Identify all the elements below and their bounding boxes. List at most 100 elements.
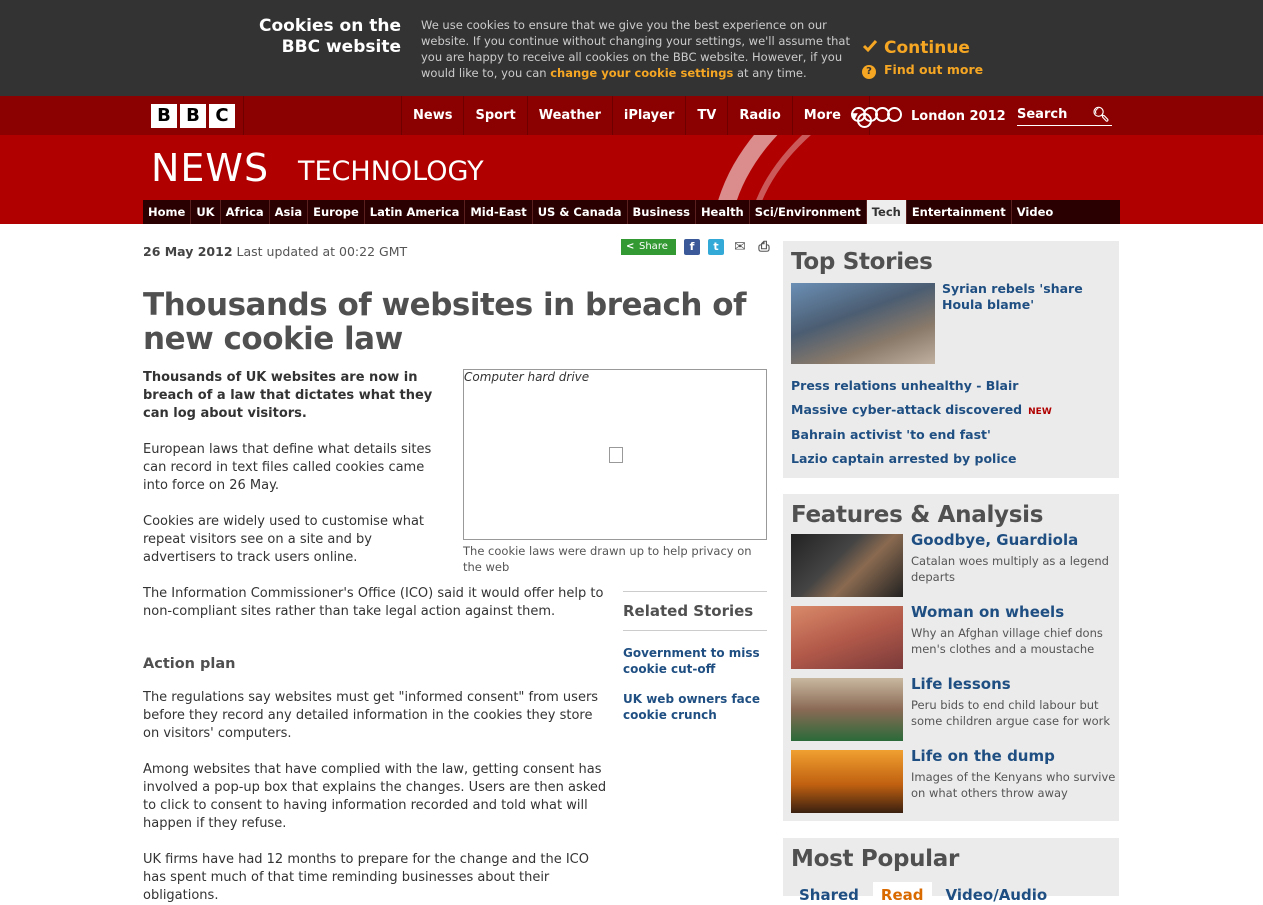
most-popular-tabs: Shared Read Video/Audio (791, 882, 1055, 904)
top-story-lead-link[interactable]: Syrian rebels 'share Houla blame' (942, 281, 1112, 313)
find-out-more-label: Find out more (884, 62, 984, 77)
feature-image (791, 606, 903, 669)
continue-label: Continue (884, 38, 970, 58)
features-heading: Features & Analysis (791, 502, 1044, 528)
subnav-home[interactable]: Home (143, 200, 192, 224)
subnav-business[interactable]: Business (628, 200, 696, 224)
news-wordmark[interactable]: NEWS (151, 146, 269, 190)
subnav-europe[interactable]: Europe (308, 200, 365, 224)
feature-image (791, 534, 903, 597)
share-button[interactable]: Share (621, 239, 676, 255)
top-story-link[interactable]: Massive cyber-attack discovered NEW (791, 402, 1052, 417)
related-story-link[interactable]: UK web owners face cookie crunch (623, 691, 767, 723)
subnav-latin-america[interactable]: Latin America (365, 200, 466, 224)
nav-tv[interactable]: TV (685, 96, 727, 135)
cookie-settings-link[interactable]: change your cookie settings (550, 66, 733, 80)
london-2012-label: London 2012 (911, 108, 1006, 124)
top-story-link-label: Lazio captain arrested by police (791, 451, 1017, 466)
bbc-logo[interactable]: B B C (151, 104, 235, 128)
tab-shared[interactable]: Shared (791, 882, 867, 904)
feature-description: Peru bids to end child labour but some c… (911, 698, 1111, 728)
continue-button[interactable]: Continue (862, 38, 970, 58)
top-story-link-label: Press relations unhealthy - Blair (791, 378, 1019, 393)
tab-read[interactable]: Read (872, 882, 932, 904)
image-alt-text: Computer hard drive (464, 370, 590, 384)
share-tools: Share f t ✉ ⎙ (621, 239, 772, 255)
nav-label: Sport (475, 108, 516, 123)
nav-weather[interactable]: Weather (526, 96, 612, 135)
image-caption: The cookie laws were drawn up to help pr… (463, 544, 752, 574)
nav-radio[interactable]: Radio (727, 96, 791, 135)
feature-title[interactable]: Life lessons (911, 675, 1011, 693)
twitter-icon[interactable]: t (708, 239, 724, 255)
top-story-image[interactable] (791, 283, 935, 364)
nav-sport[interactable]: Sport (463, 96, 526, 135)
subnav-health[interactable]: Health (696, 200, 750, 224)
search-input[interactable]: Search 🔍︎ (1017, 104, 1112, 126)
cookie-banner-text: We use cookies to ensure that we give yo… (421, 17, 851, 81)
feature-title[interactable]: Woman on wheels (911, 603, 1064, 621)
article-intro: Thousands of UK websites are now in brea… (143, 370, 433, 421)
email-icon[interactable]: ✉ (732, 239, 748, 255)
section-title: TECHNOLOGY (298, 156, 484, 187)
find-out-more-link[interactable]: ? Find out more (862, 62, 983, 79)
feature-item[interactable]: Life lessons Peru bids to end child labo… (791, 675, 1111, 741)
last-updated: Last updated at 00:22 GMT (236, 244, 408, 259)
top-story-link[interactable]: Bahrain activist 'to end fast' (791, 427, 991, 442)
dateline: 26 May 2012 Last updated at 00:22 GMT (143, 244, 407, 259)
checkmark-icon (862, 40, 878, 53)
subnav-tech[interactable]: Tech (866, 200, 907, 224)
search-icon[interactable]: 🔍︎ (1092, 104, 1110, 126)
subnav-us-canada[interactable]: US & Canada (533, 200, 628, 224)
subnav-asia[interactable]: Asia (270, 200, 309, 224)
top-story-link[interactable]: Press relations unhealthy - Blair (791, 378, 1018, 393)
nav-label: Weather (538, 108, 601, 123)
subnav-video[interactable]: Video (1012, 200, 1059, 224)
nav-news[interactable]: News (401, 96, 463, 135)
feature-title[interactable]: Goodbye, Guardiola (911, 531, 1078, 549)
search-placeholder: Search (1017, 107, 1068, 122)
masthead: B B C News Sport Weather iPlayer TV Radi… (0, 96, 1263, 224)
facebook-icon[interactable]: f (684, 239, 700, 255)
cookie-text-after: at any time. (736, 66, 807, 80)
subnav-sci-environment[interactable]: Sci/Environment (750, 200, 867, 224)
feature-image (791, 678, 903, 741)
top-story-link[interactable]: Lazio captain arrested by police (791, 451, 1017, 466)
london-2012-link[interactable]: London 2012 (851, 104, 1006, 128)
features-box: Features & Analysis Goodbye, Guardiola C… (783, 494, 1119, 821)
article-paragraph: European laws that define what details s… (143, 442, 432, 493)
article-paragraph: The Information Commissioner's Office (I… (143, 586, 604, 619)
nav-iplayer[interactable]: iPlayer (611, 96, 686, 135)
subnav-africa[interactable]: Africa (221, 200, 270, 224)
feature-item[interactable]: Goodbye, Guardiola Catalan woes multiply… (791, 531, 1111, 597)
bbc-logo-letter: C (209, 104, 235, 128)
nav-label: Radio (739, 108, 781, 123)
cookie-banner-title: Cookies on the BBC website (230, 16, 401, 58)
bbc-logo-letter: B (180, 104, 206, 128)
nav-label: TV (697, 108, 717, 123)
global-nav: News Sport Weather iPlayer TV Radio More… (401, 96, 870, 135)
subnav-uk[interactable]: UK (191, 200, 221, 224)
new-badge: NEW (1028, 407, 1052, 417)
feature-item[interactable]: Woman on wheels Why an Afghan village ch… (791, 603, 1111, 669)
article-paragraph: UK firms have had 12 months to prepare f… (143, 852, 589, 903)
article-paragraph: The regulations say websites must get "i… (143, 690, 599, 741)
feature-image (791, 750, 903, 813)
top-story-link-label: Bahrain activist 'to end fast' (791, 427, 991, 442)
article-image: Computer hard drive (463, 369, 767, 540)
related-stories-heading: Related Stories (623, 592, 767, 631)
feature-title[interactable]: Life on the dump (911, 747, 1055, 765)
subnav-entertainment[interactable]: Entertainment (907, 200, 1012, 224)
tab-video-audio[interactable]: Video/Audio (938, 882, 1056, 904)
section-nav: Home UK Africa Asia Europe Latin America… (143, 200, 1120, 224)
article-headline: Thousands of websites in breach of new c… (143, 287, 747, 357)
nav-label: More (803, 108, 841, 123)
subnav-mid-east[interactable]: Mid-East (465, 200, 533, 224)
nav-label: iPlayer (623, 108, 675, 123)
olympic-rings-icon (851, 104, 903, 128)
most-popular-box: Most Popular Shared Read Video/Audio (783, 838, 1119, 904)
feature-item[interactable]: Life on the dump Images of the Kenyans w… (791, 747, 1115, 813)
feature-description: Why an Afghan village chief dons men's c… (911, 626, 1103, 656)
related-story-link[interactable]: Government to miss cookie cut-off (623, 645, 767, 677)
print-icon[interactable]: ⎙ (756, 239, 772, 255)
